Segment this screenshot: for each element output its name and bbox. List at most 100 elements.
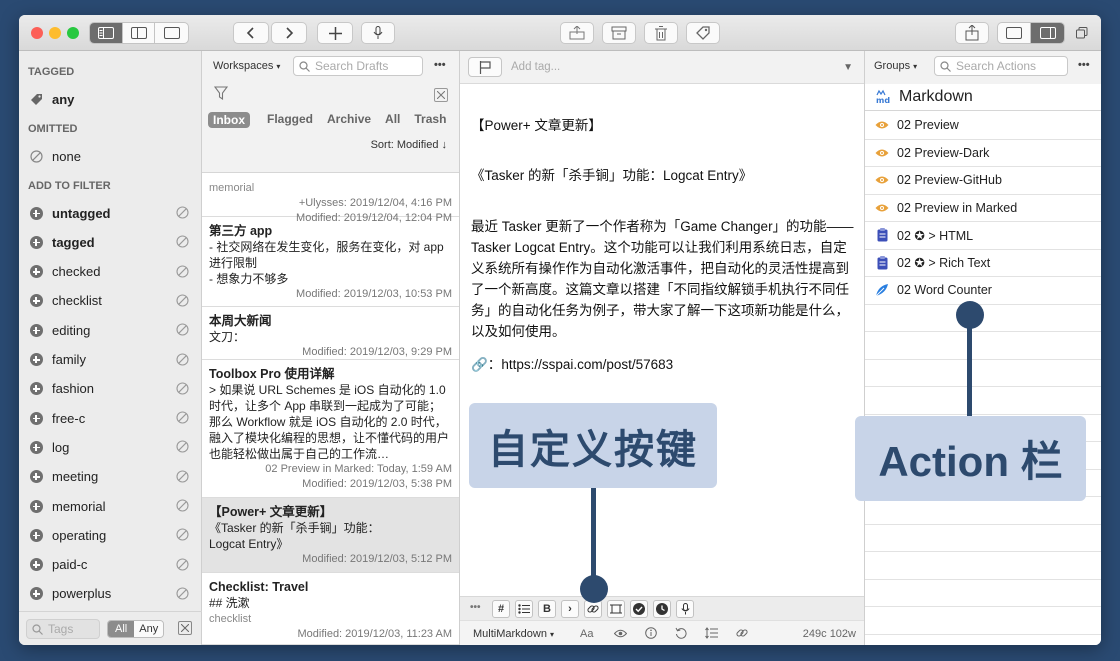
key-list[interactable]	[515, 600, 533, 618]
action-item[interactable]: 02 Preview-GitHub	[865, 167, 1101, 195]
info-icon[interactable]	[645, 627, 657, 642]
exclude-tag-icon[interactable]	[176, 528, 189, 544]
draft-item[interactable]: 本周大新闻 文刀： Modified: 2019/12/03, 9:29 PM	[202, 307, 459, 360]
filter-tag-13[interactable]: powerplus	[19, 582, 202, 606]
tag-search-input[interactable]: Tags	[26, 619, 100, 639]
clear-filter-button[interactable]	[178, 621, 192, 635]
action-group-header[interactable]: md Markdown	[865, 84, 1101, 111]
exclude-tag-icon[interactable]	[176, 294, 189, 310]
exclude-tag-icon[interactable]	[176, 411, 189, 427]
draft-item[interactable]: Toolbox Pro 使用详解 > 如果说 URL Schemes 是 iOS …	[202, 360, 459, 498]
action-item[interactable]: 02 Word Counter	[865, 277, 1101, 305]
draft-item[interactable]: 【Power+ 文章更新】 《Tasker 的新「杀手锏」功能： Logcat E…	[202, 498, 459, 573]
filter-tag-7[interactable]: free-c	[19, 406, 202, 430]
key-indent[interactable]: ›	[561, 600, 579, 618]
key-heading[interactable]: #	[492, 600, 510, 618]
action-item[interactable]: 02 Preview-Dark	[865, 140, 1101, 167]
flag-button[interactable]	[468, 57, 502, 77]
editor-link[interactable]: https://sspai.com/post/57683	[501, 357, 673, 372]
back-button[interactable]	[233, 22, 269, 44]
filter-tag-6[interactable]: fashion	[19, 377, 202, 401]
sidebar-list-icon[interactable]	[123, 23, 156, 43]
action-item[interactable]: 02 Preview in Marked	[865, 195, 1101, 222]
filter-tag-9[interactable]: meeting	[19, 465, 202, 489]
trash-button[interactable]	[644, 22, 678, 44]
actions-panel-icon[interactable]	[1031, 23, 1064, 43]
exclude-tag-icon[interactable]	[176, 265, 189, 281]
add-tag-input[interactable]: Add tag...	[511, 61, 560, 73]
editor-line-title[interactable]: 【Power+ 文章更新】	[471, 115, 855, 136]
tab-inbox[interactable]: Inbox	[208, 112, 250, 128]
workspaces-menu[interactable]: Workspaces ▾	[213, 60, 280, 72]
editor-icon[interactable]	[998, 23, 1031, 43]
key-clock[interactable]	[653, 600, 671, 618]
new-draft-button[interactable]	[317, 22, 353, 44]
editor-link-line[interactable]: 🔗：https://sspai.com/post/57683	[471, 354, 855, 375]
filter-tag-4[interactable]: editing	[19, 318, 202, 342]
filter-tag-2[interactable]: checked	[19, 260, 202, 284]
dictate-button[interactable]	[361, 22, 395, 44]
forward-button[interactable]	[271, 22, 307, 44]
filter-tag-11[interactable]: operating	[19, 523, 202, 547]
exclude-tag-icon[interactable]	[176, 558, 189, 574]
more-button[interactable]: •••	[434, 59, 446, 71]
more-button[interactable]: •••	[1078, 59, 1090, 71]
archive-up-button[interactable]	[560, 22, 594, 44]
filter-tag-10[interactable]: memorial	[19, 494, 202, 518]
sidebar-tags-icon[interactable]	[90, 23, 123, 43]
history-icon[interactable]	[675, 627, 687, 642]
close-window-button[interactable]	[31, 27, 43, 39]
tag-none[interactable]: none	[19, 144, 202, 168]
filter-tag-8[interactable]: log	[19, 435, 202, 459]
chevron-down-icon[interactable]: ▼	[843, 62, 853, 73]
font-settings-button[interactable]: Aa	[580, 628, 593, 640]
tag-any[interactable]: any	[19, 87, 202, 111]
syntax-menu[interactable]: MultiMarkdown ▾	[473, 628, 554, 640]
archive-button[interactable]	[602, 22, 636, 44]
filter-tag-3[interactable]: checklist	[19, 289, 202, 313]
filter-tag-12[interactable]: paid-c	[19, 553, 202, 577]
tab-flagged[interactable]: Flagged	[267, 112, 313, 128]
minimize-window-button[interactable]	[49, 27, 61, 39]
editor-paragraph[interactable]: 最近 Tasker 更新了一个作者称为「Game Changer」的功能——Ta…	[471, 216, 855, 342]
editor-line-subtitle[interactable]: 《Tasker 的新「杀手锏」功能：Logcat Entry》	[471, 165, 855, 186]
draft-item[interactable]: 第三方 app - 社交网络在发生变化，服务在变化，对 app 进行限制 - 想象…	[202, 217, 459, 307]
tag-button[interactable]	[686, 22, 720, 44]
tab-trash[interactable]: Trash	[414, 112, 446, 128]
match-all-button[interactable]: All	[108, 621, 135, 637]
key-bold[interactable]: B	[538, 600, 556, 618]
close-filter-button[interactable]	[434, 88, 448, 102]
exclude-tag-icon[interactable]	[176, 440, 189, 456]
draft-item[interactable]: Checklist: Travel ## 洗漱 checklist Modified:…	[202, 573, 459, 645]
sort-menu[interactable]: Sort: Modified ↓	[371, 139, 447, 151]
share-button[interactable]	[955, 22, 989, 44]
exclude-tag-icon[interactable]	[176, 323, 189, 339]
zoom-window-button[interactable]	[67, 27, 79, 39]
key-check[interactable]	[630, 600, 648, 618]
exclude-tag-icon[interactable]	[176, 206, 189, 222]
match-any-button[interactable]: Any	[134, 621, 164, 637]
link-mode-icon[interactable]	[736, 627, 748, 642]
draft-item[interactable]: memorial +Ulysses: 2019/12/04, 4:16 PM Mod…	[202, 174, 459, 224]
exclude-tag-icon[interactable]	[176, 235, 189, 251]
action-item[interactable]: 02 ✪ > Rich Text	[865, 250, 1101, 277]
action-item[interactable]: 02 Preview	[865, 112, 1101, 140]
exclude-tag-icon[interactable]	[176, 470, 189, 486]
line-spacing-icon[interactable]	[705, 627, 718, 642]
exclude-tag-icon[interactable]	[176, 352, 189, 369]
panel-icon[interactable]	[155, 23, 188, 43]
draft-search-input[interactable]: Search Drafts	[293, 56, 423, 76]
exclude-tag-icon[interactable]	[176, 587, 189, 603]
filter-icon[interactable]	[213, 86, 229, 103]
window-icon[interactable]	[1076, 27, 1088, 42]
key-dictate[interactable]	[676, 600, 694, 618]
tab-all[interactable]: All	[385, 112, 400, 128]
filter-tag-1[interactable]: tagged	[19, 230, 202, 254]
tab-archive[interactable]: Archive	[327, 112, 371, 128]
key-frame[interactable]	[607, 600, 625, 618]
filter-tag-0[interactable]: untagged	[19, 201, 202, 225]
preview-eye-icon[interactable]	[613, 629, 628, 641]
more-keys-button[interactable]: •••	[470, 602, 481, 613]
exclude-tag-icon[interactable]	[176, 499, 189, 515]
action-search-input[interactable]: Search Actions	[934, 56, 1068, 76]
